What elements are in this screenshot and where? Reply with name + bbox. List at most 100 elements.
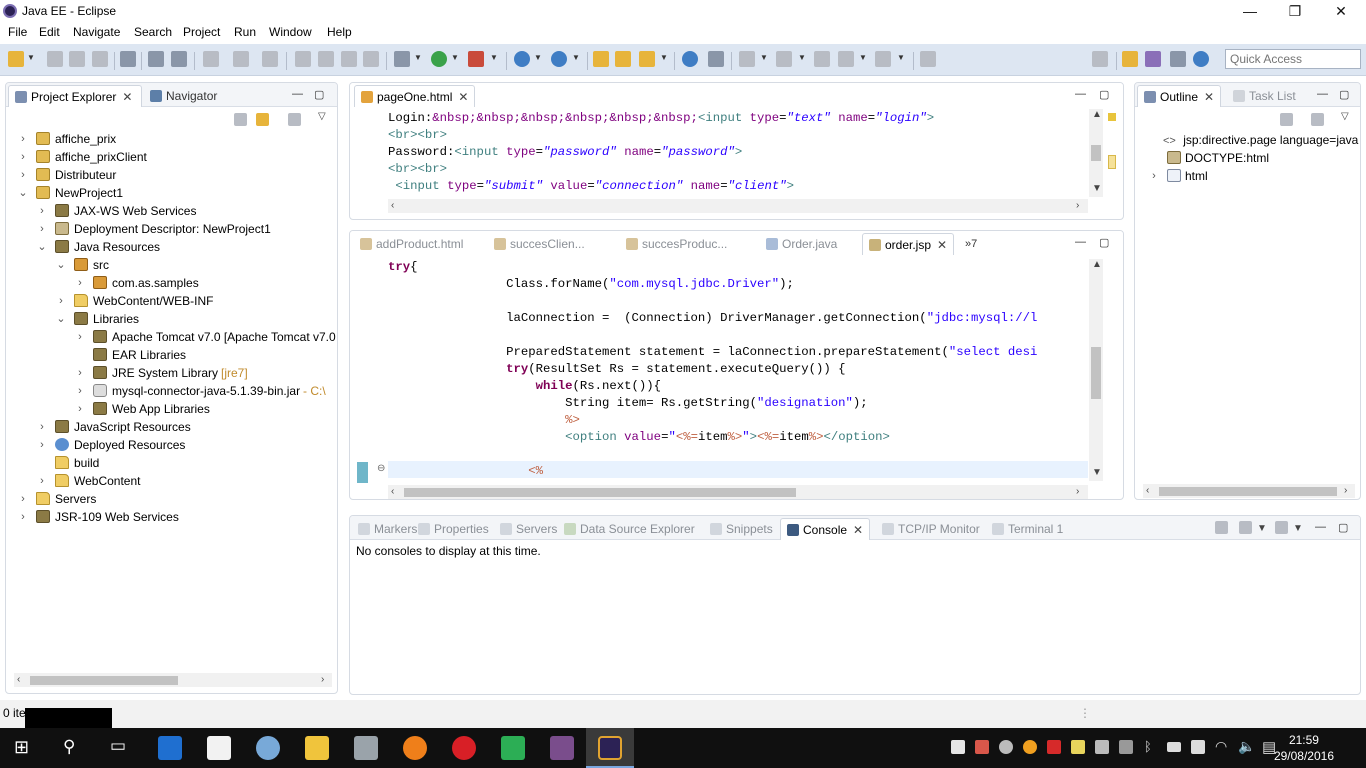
app-icon[interactable] — [256, 736, 280, 760]
tree-item[interactable]: › affiche_prix — [18, 130, 337, 148]
save-icon[interactable] — [47, 51, 63, 67]
wifi-icon[interactable]: ◠ — [1215, 738, 1227, 755]
outline-filter-icon[interactable] — [1311, 113, 1324, 126]
menu-edit[interactable]: Edit — [39, 25, 60, 39]
tab-console[interactable]: Console ✕ — [780, 518, 871, 540]
tab-task-list[interactable]: Task List — [1227, 85, 1302, 107]
outline-horizontal-scrollbar[interactable]: ‹ › — [1143, 484, 1355, 498]
close-icon[interactable]: ✕ — [1204, 90, 1214, 104]
new-class-icon[interactable] — [551, 51, 567, 67]
open-perspective-icon[interactable] — [1092, 51, 1108, 67]
expand-icon[interactable]: › — [75, 364, 85, 382]
tree-item[interactable]: › com.as.samples — [75, 274, 337, 292]
tab-outline[interactable]: Outline ✕ — [1137, 85, 1222, 107]
tab-navigator[interactable]: Navigator — [144, 85, 223, 107]
tab-servers[interactable]: Servers — [494, 518, 563, 540]
expand-icon[interactable]: › — [18, 148, 28, 166]
minimize-view-icon[interactable]: — — [1315, 521, 1326, 533]
suspend-icon[interactable] — [318, 51, 334, 67]
tray-app-icon[interactable] — [951, 740, 965, 754]
view-filter-icon[interactable] — [288, 113, 301, 126]
menu-help[interactable]: Help — [327, 25, 352, 39]
pin-console-icon[interactable] — [1215, 521, 1228, 534]
system-clock[interactable]: 21:59 29/08/2016 — [1274, 732, 1334, 764]
close-icon[interactable]: ✕ — [937, 238, 947, 252]
tree-item[interactable]: › affiche_prixClient — [18, 148, 337, 166]
minimize-view-icon[interactable]: — — [292, 88, 303, 100]
notifications-icon[interactable]: ▤ — [1262, 738, 1276, 756]
tree-item[interactable]: › JRE System Library [jre7] — [75, 364, 337, 382]
minimize-view-icon[interactable]: — — [1317, 88, 1328, 100]
java-perspective-icon[interactable] — [1145, 51, 1161, 67]
menu-file[interactable]: File — [8, 25, 27, 39]
tree-item[interactable]: ⌄ Libraries — [56, 310, 337, 328]
opera-icon[interactable] — [452, 736, 476, 760]
tree-item[interactable]: ⌄ src — [56, 256, 337, 274]
tree-item[interactable]: › WebContent/WEB-INF — [56, 292, 337, 310]
pin-editor-icon[interactable] — [920, 51, 936, 67]
tab-order-java[interactable]: Order.java — [760, 233, 843, 255]
outline-item-doctype[interactable]: DOCTYPE:html — [1167, 149, 1357, 167]
step-icon[interactable] — [262, 51, 278, 67]
task-view-icon[interactable]: ▭ — [110, 736, 126, 756]
shield-icon[interactable] — [1047, 740, 1061, 754]
file-explorer-icon[interactable] — [305, 736, 329, 760]
resume-icon[interactable] — [295, 51, 311, 67]
expand-icon[interactable]: › — [37, 418, 47, 436]
app-icon[interactable] — [354, 736, 378, 760]
run-dropdown-icon[interactable]: ▼ — [451, 53, 459, 62]
tab-terminal[interactable]: Terminal 1 — [986, 518, 1069, 540]
tab-succesclient[interactable]: succesClien... — [488, 233, 591, 255]
overview-marker-icon[interactable] — [1108, 113, 1116, 121]
collapse-all-icon[interactable] — [234, 113, 247, 126]
debug-dropdown-icon[interactable]: ▼ — [414, 53, 422, 62]
open-console-dropdown-icon[interactable]: ▼ — [1293, 523, 1303, 534]
jsp-editor-vertical-scrollbar[interactable]: ▲ ▼ — [1089, 259, 1103, 481]
collapse-all-icon[interactable] — [1280, 113, 1293, 126]
collapse-icon[interactable]: ⌄ — [37, 238, 47, 256]
next-annotation-icon[interactable] — [739, 51, 755, 67]
minimize-button[interactable]: — — [1227, 1, 1273, 21]
forward-dropdown-icon[interactable]: ▼ — [897, 53, 905, 62]
status-divider-handle[interactable]: ⋮ — [1079, 706, 1091, 720]
menu-project[interactable]: Project — [183, 25, 220, 39]
tab-snippets[interactable]: Snippets — [704, 518, 779, 540]
html-editor-vertical-scrollbar[interactable]: ▲ ▼ — [1089, 109, 1103, 197]
open-type-icon[interactable] — [593, 51, 609, 67]
display-console-icon[interactable] — [1239, 521, 1252, 534]
run-server-dropdown-icon[interactable]: ▼ — [490, 53, 498, 62]
open-console-icon[interactable] — [1275, 521, 1288, 534]
tab-pageone-html[interactable]: pageOne.html ✕ — [354, 85, 476, 107]
collapse-icon[interactable]: ⌄ — [56, 256, 66, 274]
last-edit-icon[interactable] — [814, 51, 830, 67]
tcpip-icon[interactable] — [708, 51, 724, 67]
tree-item[interactable]: › Apache Tomcat v7.0 [Apache Tomcat v7.0 — [75, 328, 337, 346]
restore-button[interactable]: ❐ — [1272, 1, 1318, 21]
jsp-editor-scroll-thumb-h[interactable] — [404, 488, 796, 497]
tree-item[interactable]: › Deployment Descriptor: NewProject1 — [37, 220, 337, 238]
disconnect-icon[interactable] — [363, 51, 379, 67]
save-all-icon[interactable] — [69, 51, 85, 67]
browser-icon[interactable] — [682, 51, 698, 67]
collapse-icon[interactable]: ⌄ — [18, 184, 28, 202]
expand-icon[interactable]: › — [18, 508, 28, 526]
prev-annotation-dropdown-icon[interactable]: ▼ — [798, 53, 806, 62]
expand-icon[interactable]: › — [18, 130, 28, 148]
tree-item[interactable]: › mysql-connector-java-5.1.39-bin.jar - C… — [75, 382, 337, 400]
close-icon[interactable]: ✕ — [458, 90, 468, 104]
tab-data-source-explorer[interactable]: Data Source Explorer — [558, 518, 701, 540]
expand-icon[interactable]: › — [37, 472, 47, 490]
tree-item[interactable]: › Servers — [18, 490, 337, 508]
web-service-dropdown-icon[interactable]: ▼ — [534, 53, 542, 62]
menu-run[interactable]: Run — [234, 25, 256, 39]
expand-icon[interactable]: › — [37, 436, 47, 454]
security-app-icon[interactable] — [501, 736, 525, 760]
java-ee-perspective-icon[interactable] — [1122, 51, 1138, 67]
back-icon[interactable] — [838, 51, 854, 67]
expand-icon[interactable]: › — [75, 274, 85, 292]
tab-order-jsp[interactable]: order.jsp ✕ — [862, 233, 955, 255]
tree-item[interactable]: build — [37, 454, 337, 472]
skip-breakpoints-icon[interactable] — [120, 51, 136, 67]
tray-app-icon[interactable] — [1071, 740, 1085, 754]
tree-scroll-thumb[interactable] — [30, 676, 178, 685]
